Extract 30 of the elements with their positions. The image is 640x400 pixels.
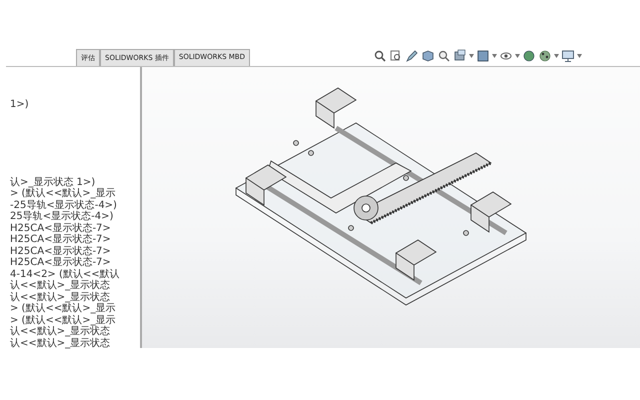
tree-item[interactable]: 认>_显示状态 1>) <box>10 176 96 188</box>
tree-item[interactable]: H25CA<显示状态-7> <box>10 246 111 257</box>
search-fit-icon[interactable] <box>389 49 403 63</box>
search-icon[interactable] <box>373 49 387 63</box>
tree-item[interactable]: 认<<默认>_显示状态 <box>10 326 110 338</box>
tree-item[interactable]: H25CA<显示状态-7> <box>10 257 111 268</box>
tree-item[interactable]: > (默认<<默认>_显示 <box>10 188 116 200</box>
tree-item[interactable]: 认<<默认>_显示状态 <box>10 292 110 303</box>
tree-item[interactable]: > (默认<<默认>_显示 <box>10 303 116 314</box>
zoom-icon[interactable] <box>437 49 451 63</box>
caret-icon[interactable] <box>515 54 520 58</box>
caret-icon[interactable] <box>554 54 559 58</box>
cube-icon[interactable] <box>421 49 435 63</box>
tree-item[interactable]: -25导轨<显示状态-4>) <box>10 200 117 211</box>
monitor-icon[interactable] <box>561 49 575 63</box>
caret-icon[interactable] <box>469 54 474 58</box>
tree-item[interactable]: H25CA<显示状态-7> <box>10 222 111 234</box>
tree-item[interactable]: H25CA<显示状态-7> <box>10 234 111 246</box>
caret-icon[interactable] <box>492 54 497 58</box>
tree-item[interactable]: 4-14<2> (默认<<默认 <box>10 268 120 280</box>
sphere-icon[interactable] <box>522 49 536 63</box>
tree-item[interactable]: > (默认<<默认>_显示 <box>10 314 116 326</box>
palette-icon[interactable] <box>538 49 552 63</box>
tree-item[interactable]: 1>) <box>10 99 29 110</box>
tree-item[interactable]: 认<<默认>_显示状态 <box>10 338 110 349</box>
caret-icon[interactable] <box>577 54 582 58</box>
pencil-icon[interactable] <box>405 49 419 63</box>
box-icon[interactable] <box>453 49 467 63</box>
tree-item[interactable]: 认<<默认>_显示状态 <box>10 280 110 292</box>
tree-item[interactable]: 25导轨<显示状态-4>) <box>10 211 114 222</box>
